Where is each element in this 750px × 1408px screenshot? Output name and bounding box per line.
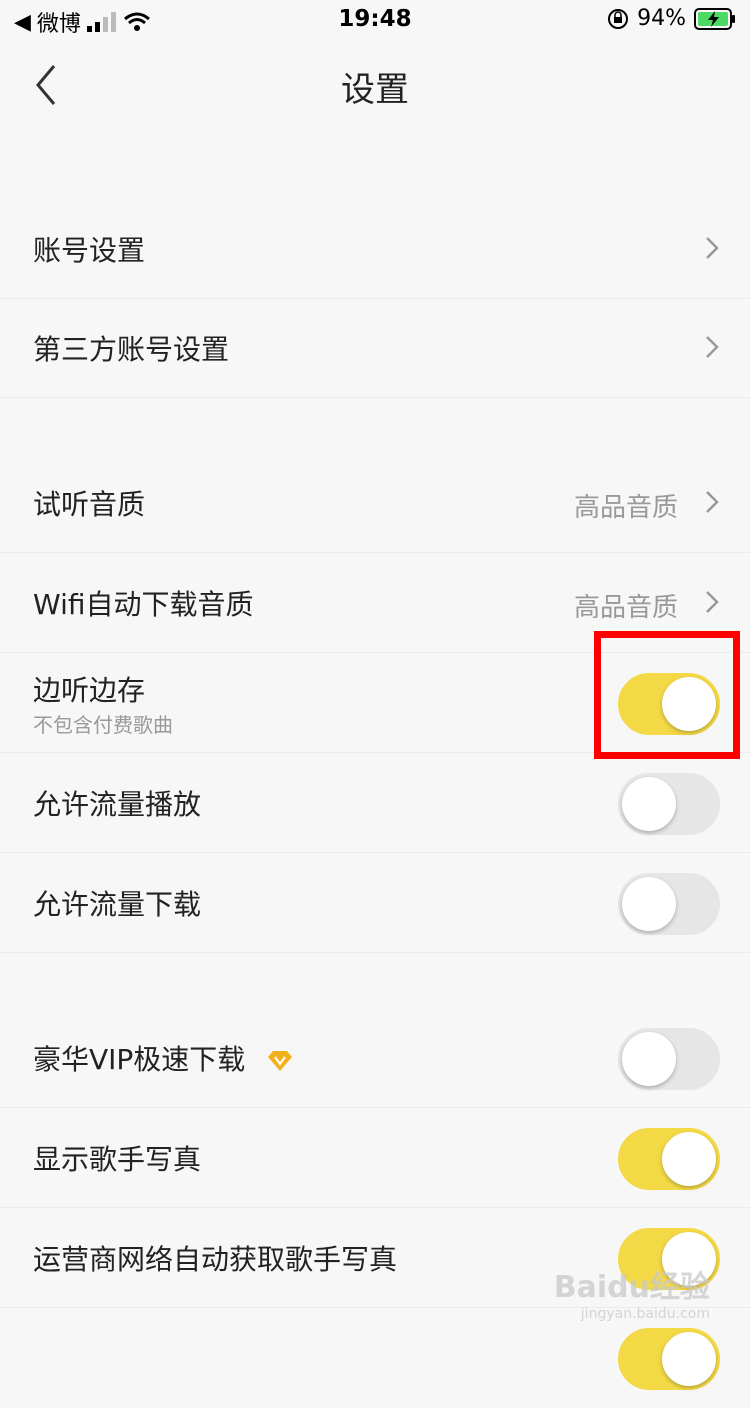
row-label-wrap: 豪华VIP极速下载 — [33, 1038, 294, 1078]
toggle-knob — [622, 1032, 676, 1086]
row-vip-fast-download: 豪华VIP极速下载 — [0, 1008, 750, 1108]
page-title: 设置 — [341, 70, 409, 110]
chevron-right-icon — [706, 237, 719, 259]
row-allow-data-download: 允许流量下载 — [0, 853, 750, 953]
chevron-right-icon — [706, 336, 719, 358]
row-value: 高品音质 — [573, 493, 678, 523]
highlight-annotation-box — [594, 631, 740, 759]
status-right: 94% — [607, 6, 736, 31]
row-account-settings[interactable]: 账号设置 — [0, 199, 750, 299]
allow-data-play-toggle[interactable] — [618, 773, 720, 835]
watermark-text: Baidu经验 — [553, 1270, 710, 1305]
vip-fast-download-toggle[interactable] — [618, 1028, 720, 1090]
row-label: 豪华VIP极速下载 — [33, 1043, 246, 1076]
battery-percent: 94% — [637, 6, 686, 31]
row-value: 高品音质 — [573, 593, 678, 623]
watermark-sub: jingyan.baidu.com — [580, 1306, 710, 1322]
chevron-right-icon — [706, 591, 719, 613]
allow-data-download-toggle[interactable] — [618, 873, 720, 935]
row-label: 运营商网络自动获取歌手写真 — [33, 1243, 398, 1276]
row-third-party-settings[interactable]: 第三方账号设置 — [0, 298, 750, 398]
chevron-right-icon — [706, 491, 719, 513]
row-label: 允许流量下载 — [33, 888, 202, 921]
row-label: 允许流量播放 — [33, 788, 202, 821]
baidu-watermark: Baidu经验 jingyan.baidu.com — [554, 1262, 710, 1322]
row-show-singer-photo: 显示歌手写真 — [0, 1108, 750, 1208]
partial-toggle[interactable] — [618, 1328, 720, 1390]
row-sublabel: 不包含付费歌曲 — [33, 713, 173, 737]
row-partial-next — [0, 1308, 750, 1408]
toggle-knob — [662, 1332, 716, 1386]
battery-charging-icon — [694, 7, 735, 30]
orientation-lock-icon — [608, 8, 629, 29]
toggle-knob — [662, 1132, 716, 1186]
toggle-knob — [622, 877, 676, 931]
row-label: 试听音质 — [33, 488, 146, 521]
row-label: Wifi自动下载音质 — [33, 588, 254, 621]
toggle-knob — [622, 777, 676, 831]
row-allow-data-play: 允许流量播放 — [0, 753, 750, 853]
row-listen-quality[interactable]: 试听音质 高品音质 — [0, 453, 750, 553]
status-bar: ◀ 微博 19:48 94% — [0, 0, 750, 40]
show-singer-photo-toggle[interactable] — [618, 1128, 720, 1190]
nav-bar: 设置 — [0, 40, 750, 130]
vip-diamond-icon — [268, 1051, 293, 1071]
row-label: 显示歌手写真 — [33, 1143, 202, 1176]
row-label: 账号设置 — [33, 234, 146, 267]
row-label: 边听边存 — [33, 674, 146, 707]
row-label: 第三方账号设置 — [33, 333, 230, 366]
